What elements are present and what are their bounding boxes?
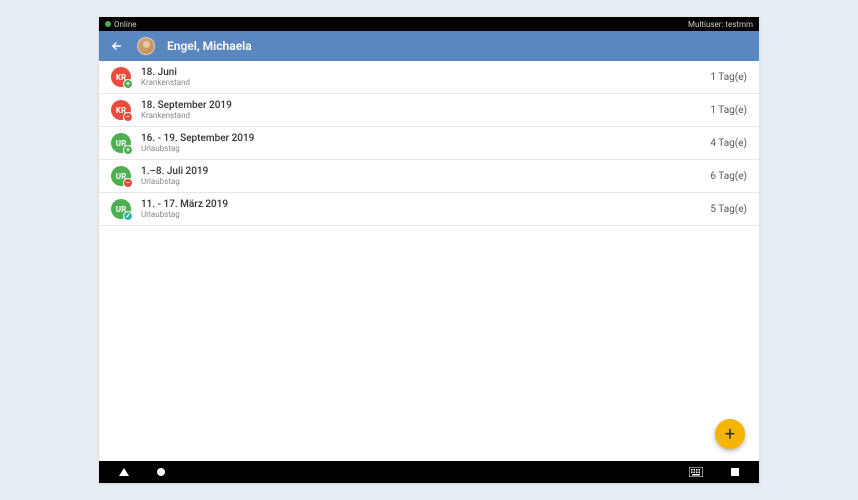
list-item-text: 16. - 19. September 2019Urlaubstag — [141, 133, 700, 153]
status-badge-icon: − — [123, 112, 133, 122]
status-badge-icon: − — [123, 178, 133, 188]
list-item-text: 18. September 2019Krankenstand — [141, 100, 700, 120]
list-item[interactable]: KR+ 18. JuniKrankenstand 1 Tag(e) — [99, 61, 759, 94]
list-item-type: Urlaubstag — [141, 177, 700, 186]
status-online: Online — [114, 20, 136, 29]
krankenstand-icon: KR+ — [111, 67, 131, 87]
list-item-date: 18. September 2019 — [141, 100, 700, 111]
list-item[interactable]: KR− 18. September 2019Krankenstand 1 Tag(e… — [99, 94, 759, 127]
list-item[interactable]: UR✓ 11. - 17. März 2019Urlaubstag 5 Tag(e) — [99, 193, 759, 226]
circle-icon — [157, 468, 165, 476]
urlaubstag-icon: UR+ — [111, 133, 131, 153]
nav-bar — [99, 461, 759, 483]
list-item-date: 11. - 17. März 2019 — [141, 199, 700, 210]
list-item-days: 5 Tag(e) — [710, 204, 747, 215]
back-button[interactable] — [109, 38, 125, 54]
square-icon — [731, 468, 739, 476]
entries-list: KR+18. JuniKrankenstand1 Tag(e)KR−18. Se… — [99, 61, 759, 461]
krankenstand-icon: KR− — [111, 100, 131, 120]
list-item-type: Urlaubstag — [141, 144, 700, 153]
list-item-date: 16. - 19. September 2019 — [141, 133, 700, 144]
list-item-days: 4 Tag(e) — [710, 138, 747, 149]
status-badge-icon: + — [123, 145, 133, 155]
list-item-text: 11. - 17. März 2019Urlaubstag — [141, 199, 700, 219]
avatar — [137, 37, 155, 55]
list-item-days: 1 Tag(e) — [710, 105, 747, 116]
plus-icon: + — [725, 424, 735, 445]
status-multiuser: Multiuser: testmm — [688, 20, 753, 29]
status-badge-icon: ✓ — [123, 211, 133, 221]
list-item-days: 1 Tag(e) — [710, 72, 747, 83]
list-item-date: 1.–8. Juli 2019 — [141, 166, 700, 177]
back-arrow-icon — [110, 39, 124, 53]
list-item-text: 18. JuniKrankenstand — [141, 67, 700, 87]
status-badge-icon: + — [123, 79, 133, 89]
list-item-days: 6 Tag(e) — [710, 171, 747, 182]
keyboard-button[interactable] — [689, 467, 703, 477]
page-title: Engel, Michaela — [167, 39, 252, 53]
triangle-icon — [119, 468, 129, 476]
list-item[interactable]: UR+ 16. - 19. September 2019Urlaubstag 4 T… — [99, 127, 759, 160]
list-item-text: 1.–8. Juli 2019Urlaubstag — [141, 166, 700, 186]
list-item-type: Urlaubstag — [141, 210, 700, 219]
list-item[interactable]: UR− 1.–8. Juli 2019Urlaubstag 6 Tag(e) — [99, 160, 759, 193]
list-item-type: Krankenstand — [141, 78, 700, 87]
keyboard-icon — [689, 467, 703, 477]
urlaubstag-icon: UR− — [111, 166, 131, 186]
add-button[interactable]: + — [715, 419, 745, 449]
list-item-type: Krankenstand — [141, 111, 700, 120]
nav-home-button[interactable] — [157, 468, 165, 476]
nav-back-button[interactable] — [119, 468, 129, 476]
header-bar: Engel, Michaela — [99, 31, 759, 61]
nav-recent-button[interactable] — [731, 468, 739, 476]
status-bar: Online Multiuser: testmm — [99, 17, 759, 31]
urlaubstag-icon: UR✓ — [111, 199, 131, 219]
list-item-date: 18. Juni — [141, 67, 700, 78]
online-dot-icon — [105, 21, 111, 27]
